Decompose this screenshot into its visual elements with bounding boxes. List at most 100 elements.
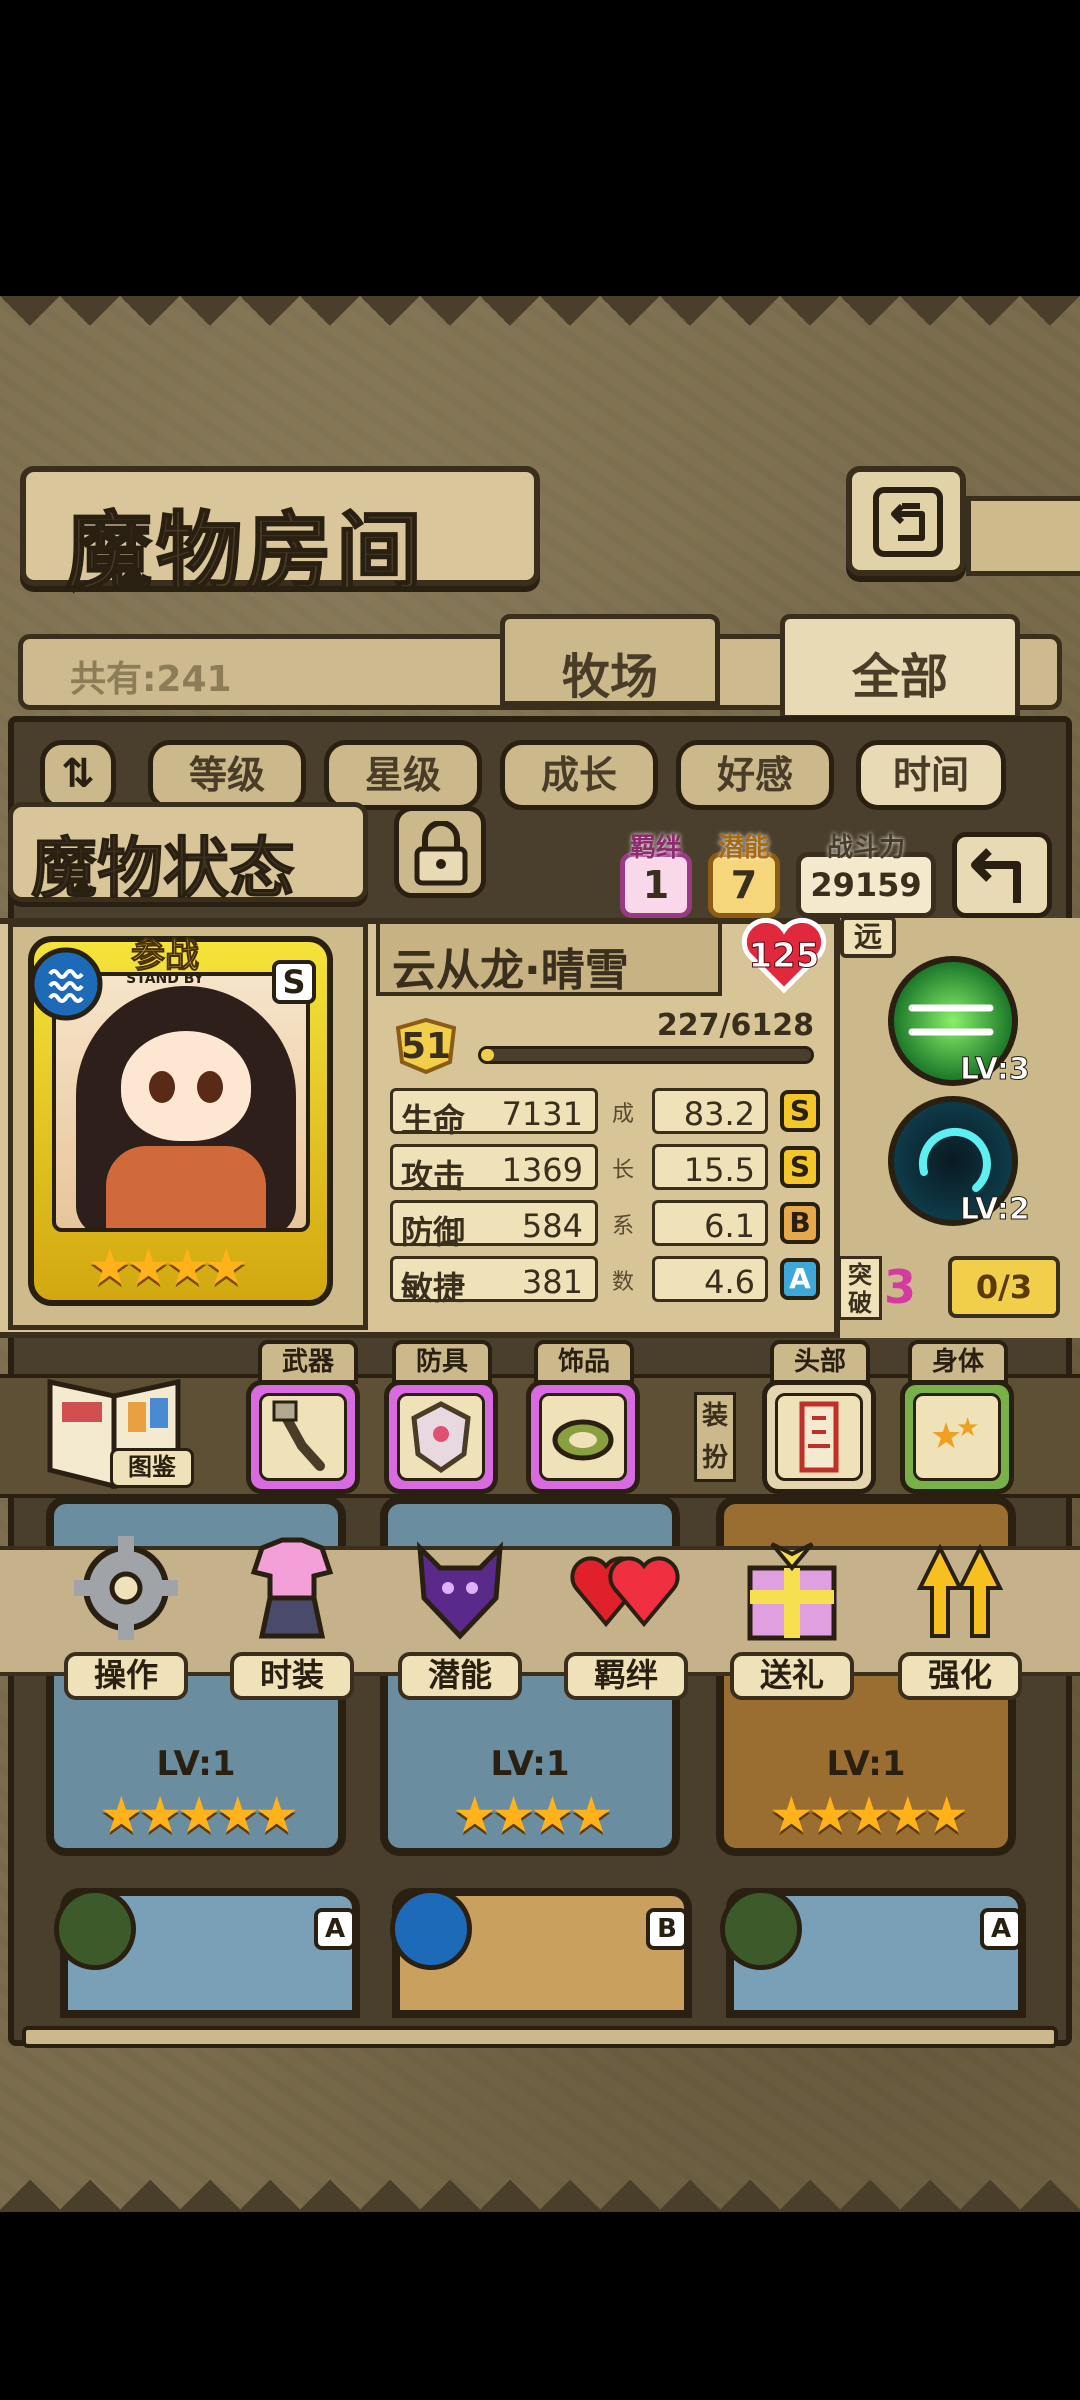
growth-value: 15.5: [683, 1151, 755, 1189]
rank-badge: A: [980, 1908, 1022, 1950]
slot-label-head: 头部: [770, 1340, 870, 1384]
card-stars: ★★★★★: [768, 1786, 969, 1844]
gift-icon: [747, 1542, 837, 1641]
status-title: 魔物状态: [31, 829, 296, 908]
breakthrough-progress[interactable]: 0/3: [948, 1256, 1060, 1318]
top-border: [0, 296, 1080, 356]
sort-stars[interactable]: 星级: [324, 740, 482, 810]
card-level: LV:1: [156, 1744, 236, 1784]
growth-grade: B: [780, 1202, 820, 1244]
enhance-button[interactable]: 强化: [890, 1528, 1030, 1708]
card-stars: ★★★★★: [98, 1786, 299, 1844]
stat-value: 584: [521, 1207, 583, 1245]
growth-caption: 成: [612, 1102, 635, 1127]
monster-card[interactable]: A: [720, 1888, 1026, 2018]
hearts-icon: [570, 1556, 680, 1628]
growth-value: 6.1: [704, 1207, 755, 1245]
weapon-slot[interactable]: [246, 1380, 360, 1494]
breakthrough-value: 3: [884, 1260, 917, 1314]
growth-grade: S: [780, 1090, 820, 1132]
bottom-border: [0, 2142, 1080, 2212]
monster-card[interactable]: B: [390, 1888, 692, 2018]
potential-button[interactable]: 潜能: [390, 1528, 530, 1708]
stat-label: 攻击: [401, 1157, 466, 1195]
slot-label-accessory: 饰品: [534, 1340, 634, 1384]
stat-value: 7131: [501, 1095, 583, 1133]
close-status-button[interactable]: [952, 832, 1052, 918]
sort-order-toggle[interactable]: ⇅: [40, 740, 116, 810]
accessory-slot[interactable]: [526, 1380, 640, 1494]
growth-value: 4.6: [704, 1263, 755, 1301]
action-label: 强化: [898, 1652, 1022, 1700]
skill-slash-icon[interactable]: LV:3: [888, 956, 1030, 1088]
page-title: 魔物房间: [65, 501, 426, 604]
range-tag: 远: [840, 916, 896, 958]
skill-vortex-icon[interactable]: LV:2: [888, 1096, 1030, 1228]
outfit-icon: [250, 1537, 334, 1639]
breakthrough-label: 突破: [838, 1256, 882, 1320]
head-outfit-slot[interactable]: [762, 1380, 876, 1494]
standby-label: 参战 STAND BY: [126, 936, 204, 988]
operate-button[interactable]: 操作: [56, 1528, 196, 1708]
list-bottom-rail: [22, 2026, 1058, 2048]
stat-row-attack: 攻击 1369 15.5 S: [390, 1144, 820, 1195]
gear-icon: [74, 1536, 178, 1640]
growth-grade: S: [780, 1146, 820, 1188]
water-icon: [390, 1888, 472, 1970]
nature-icon: [720, 1888, 802, 1970]
sort-affection[interactable]: 好感: [676, 740, 834, 810]
slot-label-armor: 防具: [392, 1340, 492, 1384]
stars-icon: ★★: [930, 1413, 979, 1457]
lock-button[interactable]: [394, 806, 486, 898]
potential-stat: 潜能 7: [708, 833, 780, 918]
stat-value: 1369: [501, 1151, 583, 1189]
stat-value: 381: [521, 1263, 583, 1301]
growth-caption: 长: [612, 1158, 635, 1183]
growth-caption: 数: [612, 1270, 635, 1295]
sort-time[interactable]: 时间: [856, 740, 1006, 810]
svg-text:★: ★: [956, 1413, 979, 1443]
body-outfit-slot[interactable]: ★ ★: [900, 1380, 1014, 1494]
sort-growth[interactable]: 成长: [500, 740, 658, 810]
slot-label-body: 身体: [908, 1340, 1008, 1384]
exp-bar-fill: [481, 1049, 495, 1061]
growth-grade: A: [780, 1258, 820, 1300]
sort-level[interactable]: 等级: [148, 740, 306, 810]
monster-count: 共有:241: [70, 659, 232, 700]
codex-label: 图鉴: [110, 1448, 194, 1488]
tab-farm[interactable]: 牧场: [500, 614, 720, 706]
rank-badge: A: [314, 1908, 356, 1950]
wrench-icon: [272, 1400, 325, 1471]
shadow-demon-icon: [416, 1541, 504, 1640]
bond-button[interactable]: 羁绊: [556, 1528, 696, 1708]
header-side-bar: [966, 496, 1080, 576]
back-button[interactable]: [846, 466, 966, 576]
game-viewport: 魔物房间 共有:241 牧场 全部 ⇅ 等级 星级 成长 好感 时间 LV:1 …: [0, 296, 1080, 2212]
exp-value: 227/6128: [656, 1008, 814, 1043]
tab-all[interactable]: 全部: [780, 614, 1020, 720]
growth-value: 83.2: [683, 1095, 755, 1133]
gift-button[interactable]: 送礼: [722, 1528, 862, 1708]
outfit-label: 装扮: [694, 1392, 736, 1482]
skill-level: LV:2: [960, 1192, 1031, 1228]
stat-row-defense: 防御 584 6.1 B: [390, 1200, 820, 1251]
card-stars: ★★★★: [452, 1786, 613, 1844]
skill-level: LV:3: [960, 1052, 1031, 1088]
fashion-button[interactable]: 时装: [222, 1528, 362, 1708]
action-label: 时装: [230, 1652, 354, 1700]
card-level: LV:1: [490, 1744, 570, 1784]
affection-value: 125: [748, 936, 820, 977]
stat-row-hp: 生命 7131 83.2 S: [390, 1088, 820, 1139]
ring-icon: [552, 1419, 614, 1461]
upgrade-arrows-icon: [916, 1543, 1004, 1638]
monster-card[interactable]: A: [54, 1888, 360, 2018]
lock-icon: [414, 821, 468, 886]
return-arrow-icon: [971, 848, 1021, 903]
action-label: 羁绊: [564, 1652, 688, 1700]
level-value: 51: [400, 1026, 452, 1067]
stat-label: 敏捷: [401, 1269, 466, 1307]
action-label: 操作: [64, 1652, 188, 1700]
stat-label: 生命: [401, 1101, 466, 1139]
armor-slot[interactable]: [384, 1380, 498, 1494]
rank-badge: B: [646, 1908, 688, 1950]
